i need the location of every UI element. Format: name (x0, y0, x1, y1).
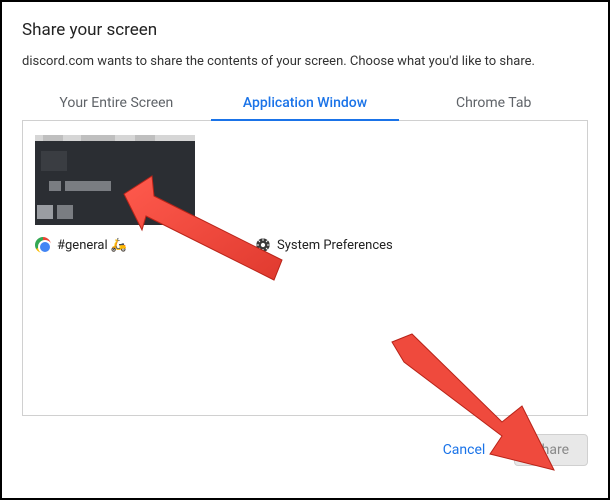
chrome-icon (35, 237, 51, 253)
window-label: System Preferences (255, 237, 393, 253)
cancel-button[interactable]: Cancel (424, 434, 505, 466)
share-button[interactable]: Share (514, 434, 588, 466)
window-option-general[interactable]: #general 🛵 (35, 135, 195, 253)
tab-bar: Your Entire Screen Application Window Ch… (22, 85, 588, 121)
window-label-text: System Preferences (277, 238, 393, 253)
window-label: #general 🛵 (35, 237, 195, 253)
tab-chrome-tab[interactable]: Chrome Tab (399, 85, 588, 120)
window-label-text: #general 🛵 (57, 238, 127, 253)
tab-entire-screen[interactable]: Your Entire Screen (22, 85, 211, 120)
window-picker-panel: #general 🛵 (22, 121, 588, 416)
gear-icon (255, 237, 271, 253)
dialog-subtitle: discord.com wants to share the contents … (22, 54, 588, 69)
window-preview (35, 135, 195, 225)
dialog-footer: Cancel Share (22, 434, 588, 466)
window-option-sysprefs[interactable]: System Preferences (255, 135, 393, 253)
window-preview-empty (255, 135, 393, 225)
tab-application-window[interactable]: Application Window (211, 85, 400, 120)
dialog-title: Share your screen (22, 20, 588, 40)
